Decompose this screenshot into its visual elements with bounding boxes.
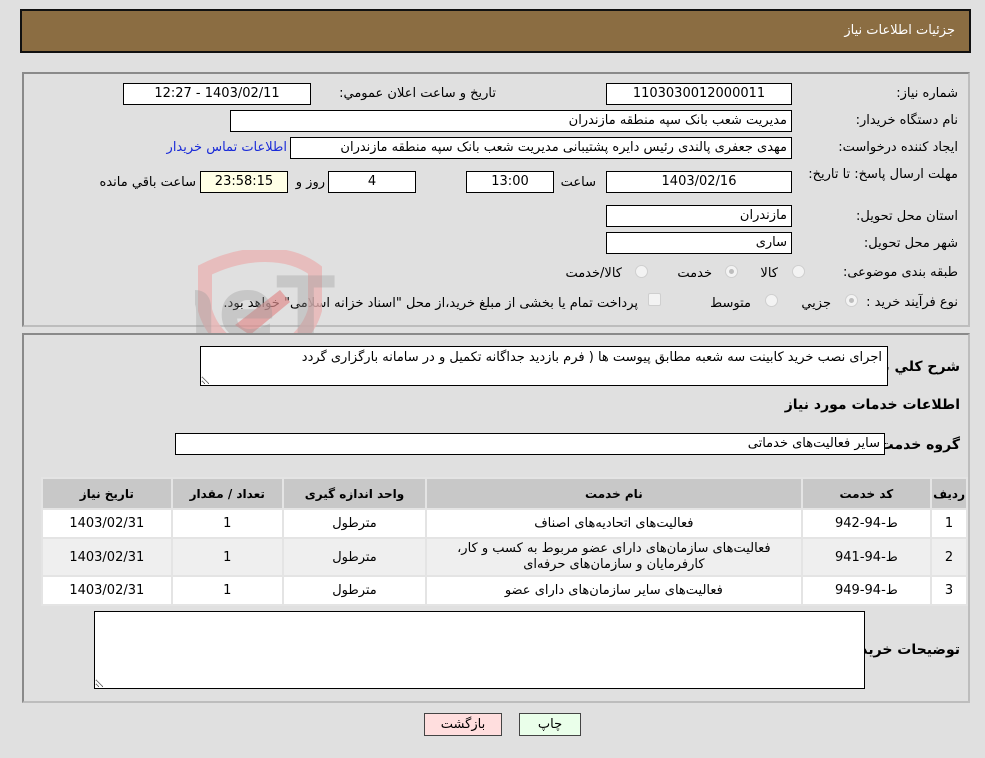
col-code: کد خدمت <box>800 477 933 510</box>
buyer-contact-link[interactable]: اطلاعات تماس خریدار <box>167 140 287 155</box>
city-label: شهر محل تحویل: <box>863 236 958 251</box>
description-textarea[interactable]: اجرای نصب خرید کابینت سه شعبه مطابق پیوس… <box>200 346 888 386</box>
treasury-checkbox[interactable] <box>648 293 661 306</box>
need-number-field: 1103030012000011 <box>606 83 792 105</box>
services-panel: شرح کلي نیاز: اجرای نصب خرید کابینت سه ش… <box>22 333 970 703</box>
page-header: جزئیات اطلاعات نیاز <box>20 9 971 53</box>
table-row: 1 ط-94-942 فعالیت‌های اتحادیه‌های اصناف … <box>41 508 968 539</box>
col-name: نام خدمت <box>425 477 803 510</box>
cell-index: 1 <box>930 508 968 539</box>
buyer-org-label: نام دستگاه خریدار: <box>855 113 958 128</box>
cell-date: 1403/02/31 <box>41 537 173 577</box>
announce-label: تاریخ و ساعت اعلان عمومي: <box>339 86 496 101</box>
category-radio-goods-service[interactable] <box>635 265 648 278</box>
buyer-org-field: مدیریت شعب بانک سپه منطقه مازندران <box>230 110 792 132</box>
category-option-goods-service: کالا/خدمت <box>565 266 622 281</box>
cell-index: 2 <box>930 537 968 577</box>
payment-note: پرداخت تمام یا بخشی از مبلغ خرید،از محل … <box>223 296 638 311</box>
cell-unit: مترطول <box>281 537 428 577</box>
cell-name: فعالیت‌های سایر سازمان‌های دارای عضو <box>425 575 803 606</box>
process-radio-medium[interactable] <box>765 294 778 307</box>
cell-qty: 1 <box>170 537 284 577</box>
cell-index: 3 <box>930 575 968 606</box>
process-option-minor: جزيي <box>801 296 831 311</box>
cell-name: فعالیت‌های اتحادیه‌های اصناف <box>425 508 803 539</box>
table-row: 3 ط-94-949 فعالیت‌های سایر سازمان‌های دا… <box>41 575 968 606</box>
print-button[interactable]: چاپ <box>519 713 581 736</box>
services-section-title: اطلاعات خدمات مورد نیاز <box>784 397 960 413</box>
creator-label: ایجاد کننده درخواست: <box>838 140 958 155</box>
province-label: استان محل تحویل: <box>856 209 958 224</box>
service-group-field: سایر فعالیت‌های خدماتی <box>175 433 885 455</box>
cell-code: ط-94-949 <box>800 575 933 606</box>
buyer-notes-textarea[interactable] <box>94 611 865 689</box>
cell-date: 1403/02/31 <box>41 575 173 606</box>
cell-unit: مترطول <box>281 575 428 606</box>
creator-field: مهدی جعفری پالندی رئیس دایره پشتیبانی مد… <box>290 137 792 159</box>
cell-date: 1403/02/31 <box>41 508 173 539</box>
days-field: 4 <box>328 171 416 193</box>
province-field: مازندران <box>606 205 792 227</box>
cell-code: ط-94-941 <box>800 537 933 577</box>
process-option-medium: متوسط <box>710 296 751 311</box>
table-row: 2 ط-94-941 فعالیت‌های سازمان‌های دارای ع… <box>41 537 968 577</box>
process-radio-minor[interactable] <box>845 294 858 307</box>
details-panel: شماره نیاز: 1103030012000011 تاریخ و ساع… <box>22 72 970 327</box>
col-qty: تعداد / مقدار <box>170 477 284 510</box>
service-group-label: گروه خدمت: <box>874 437 960 453</box>
cell-qty: 1 <box>170 575 284 606</box>
category-radio-goods[interactable] <box>792 265 805 278</box>
deadline-label: مهلت ارسال پاسخ: تا تاریخ: <box>808 167 958 182</box>
cell-name: فعالیت‌های سازمان‌های دارای عضو مربوط به… <box>425 537 803 577</box>
back-button[interactable]: بازگشت <box>424 713 502 736</box>
col-index: ردیف <box>930 477 968 510</box>
deadline-time-field: 13:00 <box>466 171 554 193</box>
col-date: تاریخ نیاز <box>41 477 173 510</box>
category-radio-service[interactable] <box>725 265 738 278</box>
announce-field: 1403/02/11 - 12:27 <box>123 83 311 105</box>
remaining-time-field: 23:58:15 <box>200 171 288 193</box>
deadline-date-field: 1403/02/16 <box>606 171 792 193</box>
process-label: نوع فرآیند خرید : <box>866 295 958 310</box>
cell-qty: 1 <box>170 508 284 539</box>
city-field: ساری <box>606 232 792 254</box>
cell-code: ط-94-942 <box>800 508 933 539</box>
days-label: روز و <box>295 175 325 190</box>
remaining-label: ساعت باقي مانده <box>99 175 196 190</box>
deadline-time-label: ساعت <box>560 175 596 190</box>
col-unit: واحد اندازه گیری <box>281 477 428 510</box>
need-number-label: شماره نیاز: <box>896 86 958 101</box>
services-table: ردیف کد خدمت نام خدمت واحد اندازه گیری ت… <box>41 477 968 606</box>
category-option-service: خدمت <box>677 266 712 281</box>
category-option-goods: کالا <box>760 266 778 281</box>
cell-unit: مترطول <box>281 508 428 539</box>
category-label: طبقه بندی موضوعی: <box>842 265 958 280</box>
table-header-row: ردیف کد خدمت نام خدمت واحد اندازه گیری ت… <box>41 477 968 510</box>
page-title: جزئیات اطلاعات نیاز <box>844 23 955 38</box>
